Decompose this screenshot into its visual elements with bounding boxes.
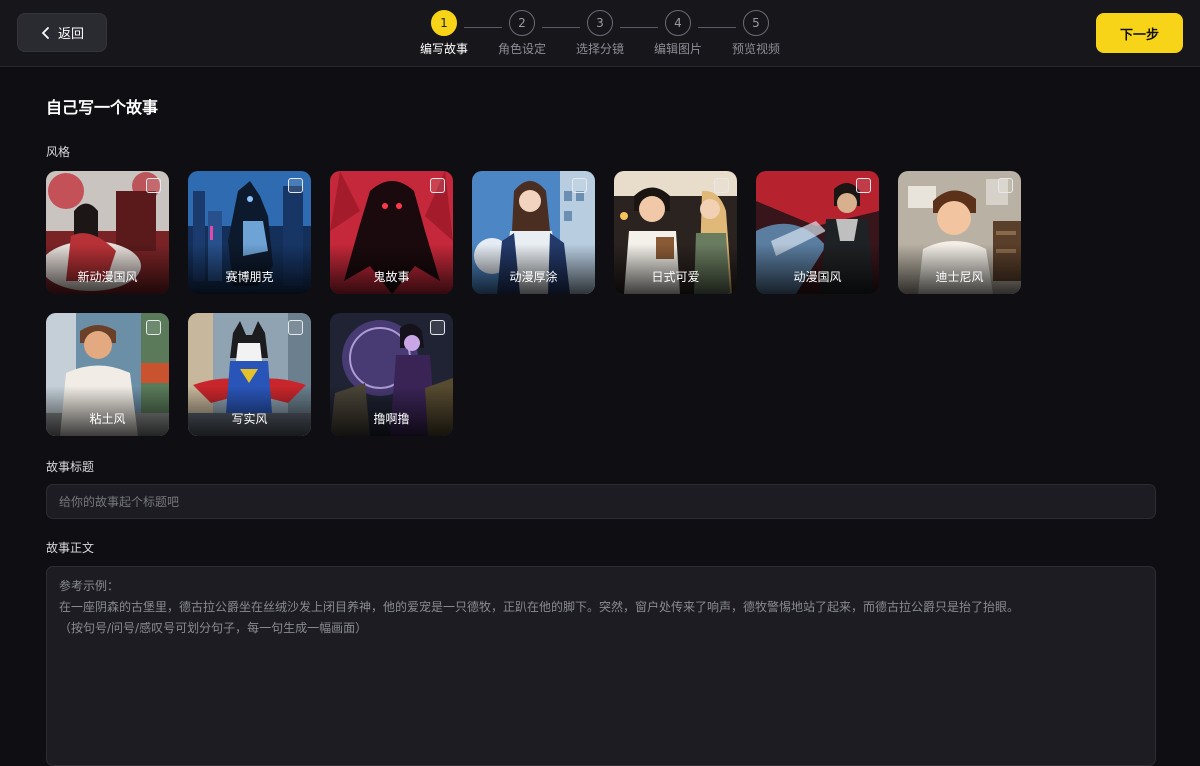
step-5[interactable]: 5 预览视频 bbox=[716, 10, 796, 57]
step-label: 预览视频 bbox=[731, 42, 780, 56]
style-checkbox[interactable] bbox=[856, 178, 871, 193]
step-label: 选择分镜 bbox=[575, 42, 624, 56]
style-label: 写实风 bbox=[231, 412, 268, 426]
style-label: 撸啊撸 bbox=[373, 412, 410, 426]
style-checkbox[interactable] bbox=[288, 320, 303, 335]
style-card-anime-guofeng[interactable]: 动漫国风 bbox=[756, 171, 879, 294]
step-label: 角色设定 bbox=[497, 42, 546, 56]
top-bar: 返回 1 编写故事 2 角色设定 3 选择分镜 4 编辑图片 5 预览视频 下一… bbox=[0, 0, 1200, 67]
step-1[interactable]: 1 编写故事 bbox=[404, 10, 484, 57]
style-card-cyberpunk[interactable]: 赛博朋克 bbox=[188, 171, 311, 294]
style-card-clay[interactable]: 粘土风 bbox=[46, 313, 169, 436]
style-checkbox[interactable] bbox=[714, 178, 729, 193]
step-number: 3 bbox=[587, 10, 613, 36]
step-number: 2 bbox=[509, 10, 535, 36]
style-checkbox[interactable] bbox=[146, 320, 161, 335]
placeholder-line: （按句号/问号/感叹号可划分句子，每一句生成一幅画面） bbox=[59, 621, 368, 635]
style-label: 粘土风 bbox=[89, 412, 126, 426]
style-label: 动漫国风 bbox=[793, 270, 842, 284]
story-title-input[interactable] bbox=[46, 484, 1156, 519]
story-title-label: 故事标题 bbox=[46, 460, 95, 474]
step-2[interactable]: 2 角色设定 bbox=[482, 10, 562, 57]
style-label: 新动漫国风 bbox=[77, 270, 138, 284]
style-card-japanese-cute[interactable]: 日式可爱 bbox=[614, 171, 737, 294]
placeholder-line: 在一座阴森的古堡里，德古拉公爵坐在丝绒沙发上闭目养神，他的爱宠是一只德牧，正趴在… bbox=[59, 600, 1020, 614]
step-number: 1 bbox=[431, 10, 457, 36]
style-checkbox[interactable] bbox=[288, 178, 303, 193]
placeholder-line: 参考示例： bbox=[59, 579, 120, 593]
next-step-button[interactable]: 下一步 bbox=[1096, 13, 1183, 53]
story-body-label: 故事正文 bbox=[46, 541, 95, 555]
style-checkbox[interactable] bbox=[998, 178, 1013, 193]
style-card-realistic[interactable]: 写实风 bbox=[188, 313, 311, 436]
style-section-label: 风格 bbox=[46, 145, 71, 159]
style-label: 鬼故事 bbox=[373, 270, 410, 284]
style-label: 迪士尼风 bbox=[935, 270, 984, 284]
style-label: 动漫厚涂 bbox=[509, 270, 558, 284]
style-card-anime-thick-paint[interactable]: 动漫厚涂 bbox=[472, 171, 595, 294]
step-indicator: 1 编写故事 2 角色设定 3 选择分镜 4 编辑图片 5 预览视频 bbox=[0, 0, 1200, 67]
style-checkbox[interactable] bbox=[430, 178, 445, 193]
style-card-lol[interactable]: 撸啊撸 bbox=[330, 313, 453, 436]
style-checkbox[interactable] bbox=[430, 320, 445, 335]
style-card-new-anime-guofeng[interactable]: 新动漫国风 bbox=[46, 171, 169, 294]
step-label: 编辑图片 bbox=[653, 42, 702, 56]
style-checkbox[interactable] bbox=[572, 178, 587, 193]
step-number: 4 bbox=[665, 10, 691, 36]
story-body-textarea[interactable]: 参考示例： 在一座阴森的古堡里，德古拉公爵坐在丝绒沙发上闭目养神，他的爱宠是一只… bbox=[46, 566, 1156, 766]
style-label: 日式可爱 bbox=[651, 270, 700, 284]
step-number: 5 bbox=[743, 10, 769, 36]
style-checkbox[interactable] bbox=[146, 178, 161, 193]
step-4[interactable]: 4 编辑图片 bbox=[638, 10, 718, 57]
style-card-disney[interactable]: 迪士尼风 bbox=[898, 171, 1021, 294]
page-title: 自己写一个故事 bbox=[46, 98, 159, 117]
step-label: 编写故事 bbox=[419, 42, 468, 56]
step-3[interactable]: 3 选择分镜 bbox=[560, 10, 640, 57]
style-label: 赛博朋克 bbox=[225, 270, 274, 284]
style-card-ghost-story[interactable]: 鬼故事 bbox=[330, 171, 453, 294]
